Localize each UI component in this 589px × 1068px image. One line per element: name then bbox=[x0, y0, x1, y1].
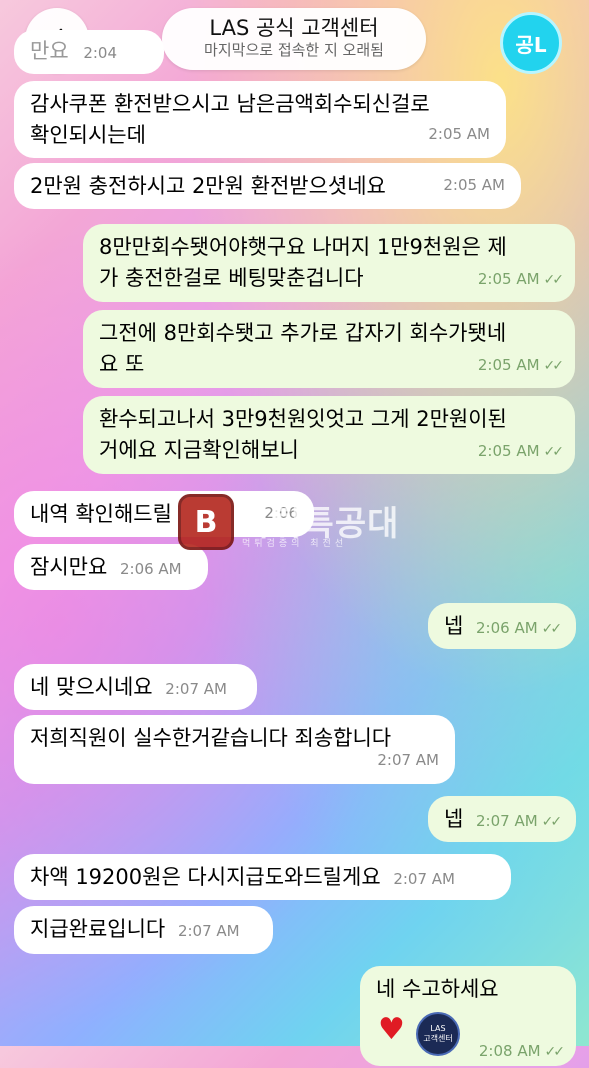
read-checks-icon: ✓✓ bbox=[543, 444, 565, 460]
message-text: 잠시만요 bbox=[30, 555, 108, 579]
message-incoming: 감사쿠폰 환전받으시고 남은금액회수되신걸로 확인되시는데 2:05 AM bbox=[14, 81, 506, 158]
message-text-line: 확인되시는데 bbox=[30, 123, 146, 147]
message-time: 2:05 AM ✓✓ bbox=[477, 356, 565, 374]
message-outgoing: 그전에 8만회수됏고 추가로 갑자기 회수가됏네 요 또 2:05 AM ✓✓ bbox=[83, 310, 575, 388]
message-time: 2:08 AM ✓✓ bbox=[478, 1042, 566, 1060]
message-outgoing: 환수되고나서 3만9천원잇엇고 그게 2만원이된 거에요 지금확인해보니 2:0… bbox=[83, 396, 575, 474]
message-time: 2:04 bbox=[83, 44, 118, 62]
message-time: 2:05 AM ✓✓ bbox=[477, 270, 565, 288]
message-text-line: 그전에 8만회수됏고 추가로 갑자기 회수가됏네 bbox=[99, 321, 507, 345]
chat-header[interactable]: LAS 공식 고객센터 마지막으로 접속한 지 오래됨 bbox=[162, 8, 426, 70]
message-text: 내역 확인해드릴 bbox=[30, 502, 172, 526]
message-text: 네 수고하세요 bbox=[376, 977, 499, 1001]
message-text-line: 감사쿠폰 환전받으시고 남은금액회수되신걸로 bbox=[30, 92, 430, 116]
message-outgoing: 8만만회수됏어야햇구요 나머지 1만9천원은 제 가 충전한걸로 베팅맞춘겁니다… bbox=[83, 224, 575, 302]
chat-title: LAS 공식 고객센터 bbox=[209, 16, 379, 40]
read-checks-icon: ✓✓ bbox=[543, 358, 565, 374]
message-time: 2:05 AM ✓✓ bbox=[477, 442, 565, 460]
read-checks-icon: ✓✓ bbox=[544, 1044, 566, 1060]
message-time: 2:07 AM bbox=[165, 680, 227, 698]
heart-icon: ♥ bbox=[378, 1012, 405, 1047]
message-time: 2:07 AM ✓✓ bbox=[476, 812, 563, 830]
message-text: 넵 bbox=[444, 807, 464, 831]
sticker-logo-bottom: 고객센터 bbox=[423, 1034, 453, 1043]
message-outgoing: 넵 2:07 AM ✓✓ bbox=[428, 796, 576, 842]
message-time: 2:06 AM ✓✓ bbox=[476, 619, 563, 637]
message-incoming: 2만원 충전하시고 2만원 환전받으셧네요 2:05 AM bbox=[14, 163, 521, 209]
avatar[interactable]: 공L bbox=[500, 12, 562, 74]
las-logo-sticker: LAS 고객센터 bbox=[416, 1012, 460, 1056]
message-time: 2:06 AM bbox=[119, 560, 182, 578]
message-text: 2만원 충전하시고 2만원 환전받으셧네요 bbox=[30, 174, 386, 198]
last-seen-status: 마지막으로 접속한 지 오래됨 bbox=[204, 41, 384, 59]
message-text-line: 환수되고나서 3만9천원잇엇고 그게 2만원이된 bbox=[99, 407, 507, 431]
watermark-badge: B bbox=[178, 494, 234, 550]
watermark-subtext: 먹튀검증의 최전선 bbox=[242, 539, 348, 549]
message-outgoing: 넵 2:06 AM ✓✓ bbox=[428, 603, 576, 649]
message-text-line: 8만만회수됏어야햇구요 나머지 1만9천원은 제 bbox=[99, 235, 507, 259]
watermark-logo: B 먹튀특공대 먹튀검증의 최전선 bbox=[178, 494, 418, 554]
message-text: 넵 bbox=[444, 614, 464, 638]
message-incoming: 네 맞으시네요 2:07 AM bbox=[14, 664, 257, 710]
message-time: 2:07 AM bbox=[377, 751, 439, 769]
message-incoming: 지급완료입니다 2:07 AM bbox=[14, 906, 273, 954]
message-time: 2:07 AM bbox=[177, 922, 240, 940]
read-checks-icon: ✓✓ bbox=[541, 814, 563, 830]
message-incoming: 저희직원이 실수한거같습니다 죄송합니다 2:07 AM bbox=[14, 715, 455, 784]
read-checks-icon: ✓✓ bbox=[543, 272, 565, 288]
sticker-logo-top: LAS bbox=[430, 1024, 446, 1033]
message-outgoing: 네 수고하세요 ♥ LAS 고객센터 2:08 AM ✓✓ bbox=[360, 966, 576, 1066]
message-text: 차액 19200원은 다시지급도와드릴게요 bbox=[30, 865, 381, 889]
message-incoming: 만요 2:04 bbox=[14, 30, 164, 74]
message-time: 2:07 AM bbox=[393, 870, 455, 888]
read-checks-icon: ✓✓ bbox=[541, 621, 563, 637]
message-time: 2:05 AM bbox=[428, 125, 490, 143]
message-text: 만요 bbox=[30, 39, 69, 63]
message-time: 2:05 AM bbox=[443, 176, 505, 194]
message-text: 지급완료입니다 bbox=[30, 917, 166, 941]
message-incoming: 차액 19200원은 다시지급도와드릴게요 2:07 AM bbox=[14, 854, 511, 900]
message-text: 네 맞으시네요 bbox=[30, 675, 153, 699]
